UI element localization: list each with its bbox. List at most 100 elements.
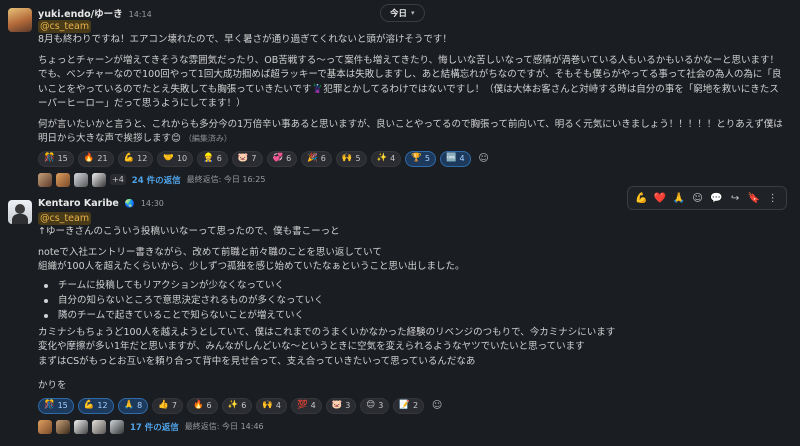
reaction-chip[interactable]: 👷 6 xyxy=(197,150,228,167)
reaction-emoji: 👍 xyxy=(158,400,169,411)
reaction-count: 6 xyxy=(286,154,292,163)
reaction-chip[interactable]: ✨ 4 xyxy=(370,150,402,167)
reaction-emoji: 🎊 xyxy=(44,153,55,164)
message-text: 組織が100人を超えたくらいから、少しずつ孤独を感じ始めていたなぁということ思い… xyxy=(38,261,465,272)
reaction-emoji: 💪 xyxy=(123,153,135,164)
reaction-count: 3 xyxy=(378,401,384,410)
reaction-count: 2 xyxy=(412,401,419,410)
list-item: 隣のチームで起きていることで知らないことが増えていく xyxy=(38,308,786,323)
reaction-count: 12 xyxy=(137,154,148,163)
message-text: カミナシもちょうど100人を越えようとしていて、僕はこれまでのうまくいかなかった… xyxy=(38,326,616,338)
message-text: 変化や摩擦が多い1年だと思いますが、みんながしんどいな〜というときに空気を変えら… xyxy=(38,341,585,352)
list-item: チームに投稿してもリアクションが少なくなっていく xyxy=(38,278,786,293)
reaction-emoji: 🏆 xyxy=(411,153,422,164)
reaction-count: 21 xyxy=(97,154,108,163)
reaction-chip[interactable]: 💞 6 xyxy=(266,150,298,167)
add-reaction-icon[interactable]: ☺ xyxy=(428,398,446,414)
message-signature: かりを xyxy=(38,380,67,391)
reaction-emoji: 🙏 xyxy=(123,400,135,411)
reaction-count: 5 xyxy=(355,154,361,163)
message-text: 何が言いたいかと言うと、これからも多分今の1万倍辛い事あると思いますが、良いこと… xyxy=(38,118,786,147)
reaction-chip[interactable]: 🎊 15 xyxy=(38,397,74,414)
reply-avatar xyxy=(56,172,70,187)
reaction-chip[interactable]: 🎉 6 xyxy=(301,150,332,167)
reaction-count: 7 xyxy=(171,401,177,410)
reply-avatar xyxy=(74,419,88,434)
reaction-emoji: 🎉 xyxy=(307,153,318,164)
reaction-chip[interactable]: 🐷 7 xyxy=(231,150,263,167)
reaction-count: 8 xyxy=(137,401,143,410)
reaction-count: 5 xyxy=(424,154,430,163)
edited-label: （編集済み） xyxy=(183,134,232,143)
reaction-emoji: 😊 xyxy=(366,400,376,411)
reaction-chip[interactable]: 🙌 5 xyxy=(335,150,367,167)
message-text: まずはCSがもっとお互いを頼り合って背中を見せ合って、支え合っていきたいって思っ… xyxy=(38,355,476,367)
user-group-mention[interactable]: @cs_team xyxy=(38,212,92,225)
message-text: noteで入社エントリー書きながら、改めて前職と前々職のことを思い返していて xyxy=(38,246,382,258)
reaction-count: 4 xyxy=(310,401,316,410)
reaction-count: 6 xyxy=(206,401,212,410)
reaction-chip[interactable]: 🔥 6 xyxy=(186,397,218,414)
reaction-emoji: 🆒 xyxy=(445,153,457,164)
message-timestamp[interactable]: 14:30 xyxy=(141,199,164,208)
reaction-chip[interactable]: 🐷 3 xyxy=(325,397,357,414)
reaction-count: 15 xyxy=(57,154,68,163)
reaction-emoji: 👷 xyxy=(203,153,214,164)
message-timestamp[interactable]: 14:14 xyxy=(129,10,152,19)
reaction-chip[interactable]: 💪 12 xyxy=(77,397,114,414)
reaction-chip[interactable]: 😊 3 xyxy=(360,397,390,414)
reaction-emoji: ✨ xyxy=(227,400,239,411)
reaction-bar: 🎊 15 🔥 21 💪 12 🤝 10 👷 6 🐷 7 💞 6 🎉 6 🙌 5 ✨ 4 🏆 5 🆒 4 ☺ xyxy=(38,150,786,168)
thread-last-reply: 最終返信: 今日 14:46 xyxy=(184,422,264,431)
reaction-emoji: 🎊 xyxy=(44,400,55,411)
reaction-count: 3 xyxy=(345,401,351,410)
reaction-chip[interactable]: 🏆 5 xyxy=(405,150,436,167)
reaction-chip[interactable]: 👍 7 xyxy=(152,397,183,414)
thread-replies-link[interactable]: 17 件の返信 xyxy=(130,421,179,433)
reaction-count: 6 xyxy=(320,154,326,163)
reaction-count: 15 xyxy=(57,401,68,410)
reaction-emoji: 🔥 xyxy=(192,400,204,411)
message-text-body: 何が言いたいかと言うと、これからも多分今の1万倍辛い事あると思いますが、良いこと… xyxy=(38,118,783,145)
reaction-chip[interactable]: 📝 2 xyxy=(393,397,425,414)
more-repliers-count: +4 xyxy=(110,174,126,185)
reaction-chip[interactable]: 🙌 4 xyxy=(256,397,287,414)
reaction-emoji: 💯 xyxy=(297,400,308,411)
message-author[interactable]: yuki.endo/ゆーき xyxy=(38,6,123,20)
reaction-emoji: 🙌 xyxy=(341,153,353,164)
reaction-chip[interactable]: 🤝 10 xyxy=(157,150,194,167)
add-reaction-icon[interactable]: ☺ xyxy=(475,151,493,167)
message-text: 8月も終わりですね！エアコン壊れたので、早く暑さが通り過ぎてくれないと頭が溶けそ… xyxy=(38,34,452,45)
reaction-emoji: ✨ xyxy=(376,153,388,164)
status-globe-icon: 🌏 xyxy=(124,199,135,208)
reaction-emoji: 💞 xyxy=(272,153,284,164)
reaction-count: 4 xyxy=(275,401,281,410)
reaction-emoji: 🐷 xyxy=(237,153,249,164)
thread-replies-link[interactable]: 24 件の返信 xyxy=(132,174,181,186)
reaction-count: 6 xyxy=(216,154,222,163)
reply-avatar xyxy=(56,419,70,434)
reaction-count: 12 xyxy=(97,401,108,410)
thread-summary[interactable]: 17 件の返信 最終返信: 今日 14:46 xyxy=(38,418,786,436)
message-author[interactable]: Kentaro Karibe xyxy=(38,198,119,209)
reply-avatar xyxy=(92,419,106,434)
reaction-count: 10 xyxy=(176,154,188,163)
reaction-chip[interactable]: 🎊 15 xyxy=(38,150,74,167)
reply-avatar xyxy=(38,172,52,187)
avatar[interactable] xyxy=(8,200,32,224)
reaction-emoji: 🤝 xyxy=(163,153,174,164)
reaction-chip[interactable]: 🆒 4 xyxy=(439,150,471,167)
reaction-chip[interactable]: 🙏 8 xyxy=(117,397,149,414)
reply-avatar xyxy=(92,172,106,187)
avatar[interactable] xyxy=(8,8,32,32)
reaction-chip[interactable]: 💪 12 xyxy=(117,150,154,167)
reaction-count: 7 xyxy=(251,154,257,163)
reaction-chip[interactable]: 💯 4 xyxy=(291,397,322,414)
list-item: 自分の知らないところで意思決定されるものが多くなっていく xyxy=(38,293,786,308)
message-text: ↑ゆーきさんのこういう投稿いいなーって思ったので、僕も書こーっと xyxy=(38,226,340,237)
reaction-chip[interactable]: ✨ 6 xyxy=(221,397,253,414)
message-text: ちょっとチャーンが増えてきそうな雰囲気だったり、OB苦戦する〜って案件も増えてき… xyxy=(38,54,782,110)
user-group-mention[interactable]: @cs_team xyxy=(38,20,92,33)
reaction-bar: 🎊 15 💪 12 🙏 8 👍 7 🔥 6 ✨ 6 🙌 4 💯 4 🐷 3 😊 3 📝 2 ☺ xyxy=(38,397,786,415)
reaction-chip[interactable]: 🔥 21 xyxy=(77,150,114,167)
